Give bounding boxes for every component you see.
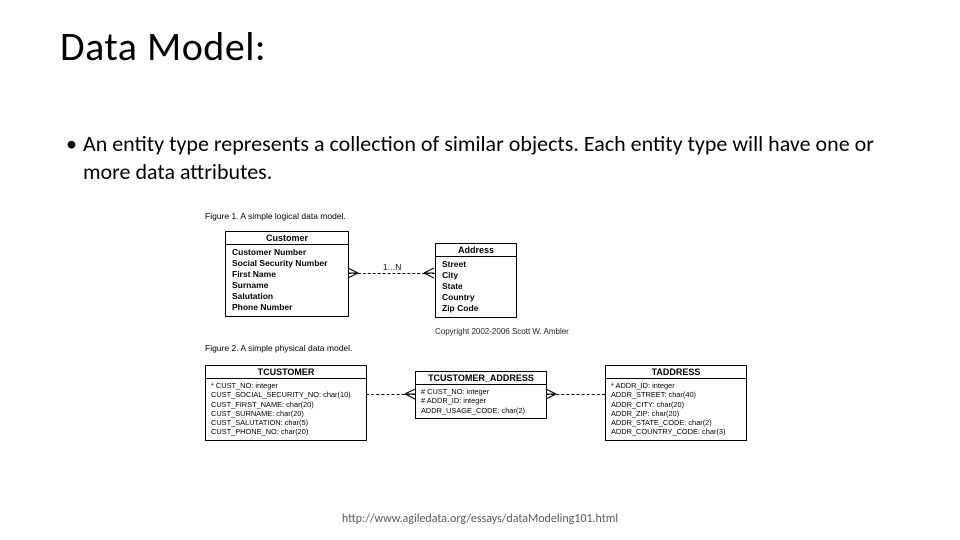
customer-entity-body: Customer Number Social Security Number F… [226,245,348,316]
bullet-dot: • [66,130,83,185]
taddress-attr: * ADDR_ID: integer [611,381,741,390]
taddress-body: * ADDR_ID: integer ADDR_STREET: char(40)… [606,379,746,440]
crowfoot-left-icon [347,267,359,279]
source-url: http://www.agiledata.org/essays/dataMode… [0,512,960,526]
tcustomer-attr: CUST_FIRST_NAME: char(20) [211,400,361,409]
taddress-title: TADDRESS [606,366,746,379]
taddress-entity: TADDRESS * ADDR_ID: integer ADDR_STREET:… [605,365,747,441]
figures-area: Figure 1. A simple logical data model. C… [205,211,765,479]
taddress-attr: ADDR_STATE_CODE: char(2) [611,418,741,427]
relationship-line [348,273,435,274]
crowfoot-left-icon [545,388,557,400]
tcustomer-address-entity: TCUSTOMER_ADDRESS # CUST_NO: integer # A… [415,371,547,419]
tcustomer-attr: CUST_SURNAME: char(20) [211,409,361,418]
taddress-attr: ADDR_COUNTRY_CODE: char(3) [611,427,741,436]
tcustomer-title: TCUSTOMER [206,366,366,379]
tcustomer-body: * CUST_NO: integer CUST_SOCIAL_SECURITY_… [206,379,366,440]
address-entity: Address Street City State Country Zip Co… [435,243,517,318]
figure2-diagram: TCUSTOMER * CUST_NO: integer CUST_SOCIAL… [205,359,765,479]
customer-entity: Customer Customer Number Social Security… [225,231,349,317]
tcustaddr-attr: # ADDR_ID: integer [421,396,541,405]
bullet-list: • An entity type represents a collection… [66,130,896,185]
address-attr: State [442,281,510,292]
tcustomer-attr: CUST_SALUTATION: char(5) [211,418,361,427]
address-attr: Street [442,259,510,270]
cardinality-label: 1…N [383,263,401,272]
tcustaddr-attr: # CUST_NO: integer [421,387,541,396]
tcustaddr-attr: ADDR_USAGE_CODE: char(2) [421,406,541,415]
address-attr: Zip Code [442,303,510,314]
customer-entity-title: Customer [226,232,348,245]
slide-title: Data Model: [60,22,266,71]
customer-attr: Customer Number [232,247,342,258]
slide: Data Model: • An entity type represents … [0,0,960,540]
tcustomer-attr: CUST_PHONE_NO: char(20) [211,427,361,436]
customer-attr: Surname [232,280,342,291]
customer-attr: Salutation [232,291,342,302]
figure1-copyright: Copyright 2002-2006 Scott W. Ambler [435,327,569,336]
figure1-caption: Figure 1. A simple logical data model. [205,211,765,221]
bullet-text: An entity type represents a collection o… [83,130,896,185]
customer-attr: Phone Number [232,302,342,313]
taddress-attr: ADDR_CITY: char(20) [611,400,741,409]
address-entity-body: Street City State Country Zip Code [436,257,516,317]
bullet-item: • An entity type represents a collection… [66,130,896,185]
crowfoot-right-icon [423,267,435,279]
tcustomer-attr: CUST_SOCIAL_SECURITY_NO: char(10) [211,390,361,399]
tcustomer-entity: TCUSTOMER * CUST_NO: integer CUST_SOCIAL… [205,365,367,441]
address-entity-title: Address [436,244,516,257]
address-attr: Country [442,292,510,303]
address-attr: City [442,270,510,281]
customer-attr: Social Security Number [232,258,342,269]
figure1-diagram: Customer Customer Number Social Security… [205,225,765,343]
figure2-caption: Figure 2. A simple physical data model. [205,343,765,353]
customer-attr: First Name [232,269,342,280]
tcustomer-address-title: TCUSTOMER_ADDRESS [416,372,546,385]
crowfoot-right-icon [404,388,416,400]
tcustomer-attr: * CUST_NO: integer [211,381,361,390]
taddress-attr: ADDR_STREET: char(40) [611,390,741,399]
taddress-attr: ADDR_ZIP: char(20) [611,409,741,418]
tcustomer-address-body: # CUST_NO: integer # ADDR_ID: integer AD… [416,385,546,418]
